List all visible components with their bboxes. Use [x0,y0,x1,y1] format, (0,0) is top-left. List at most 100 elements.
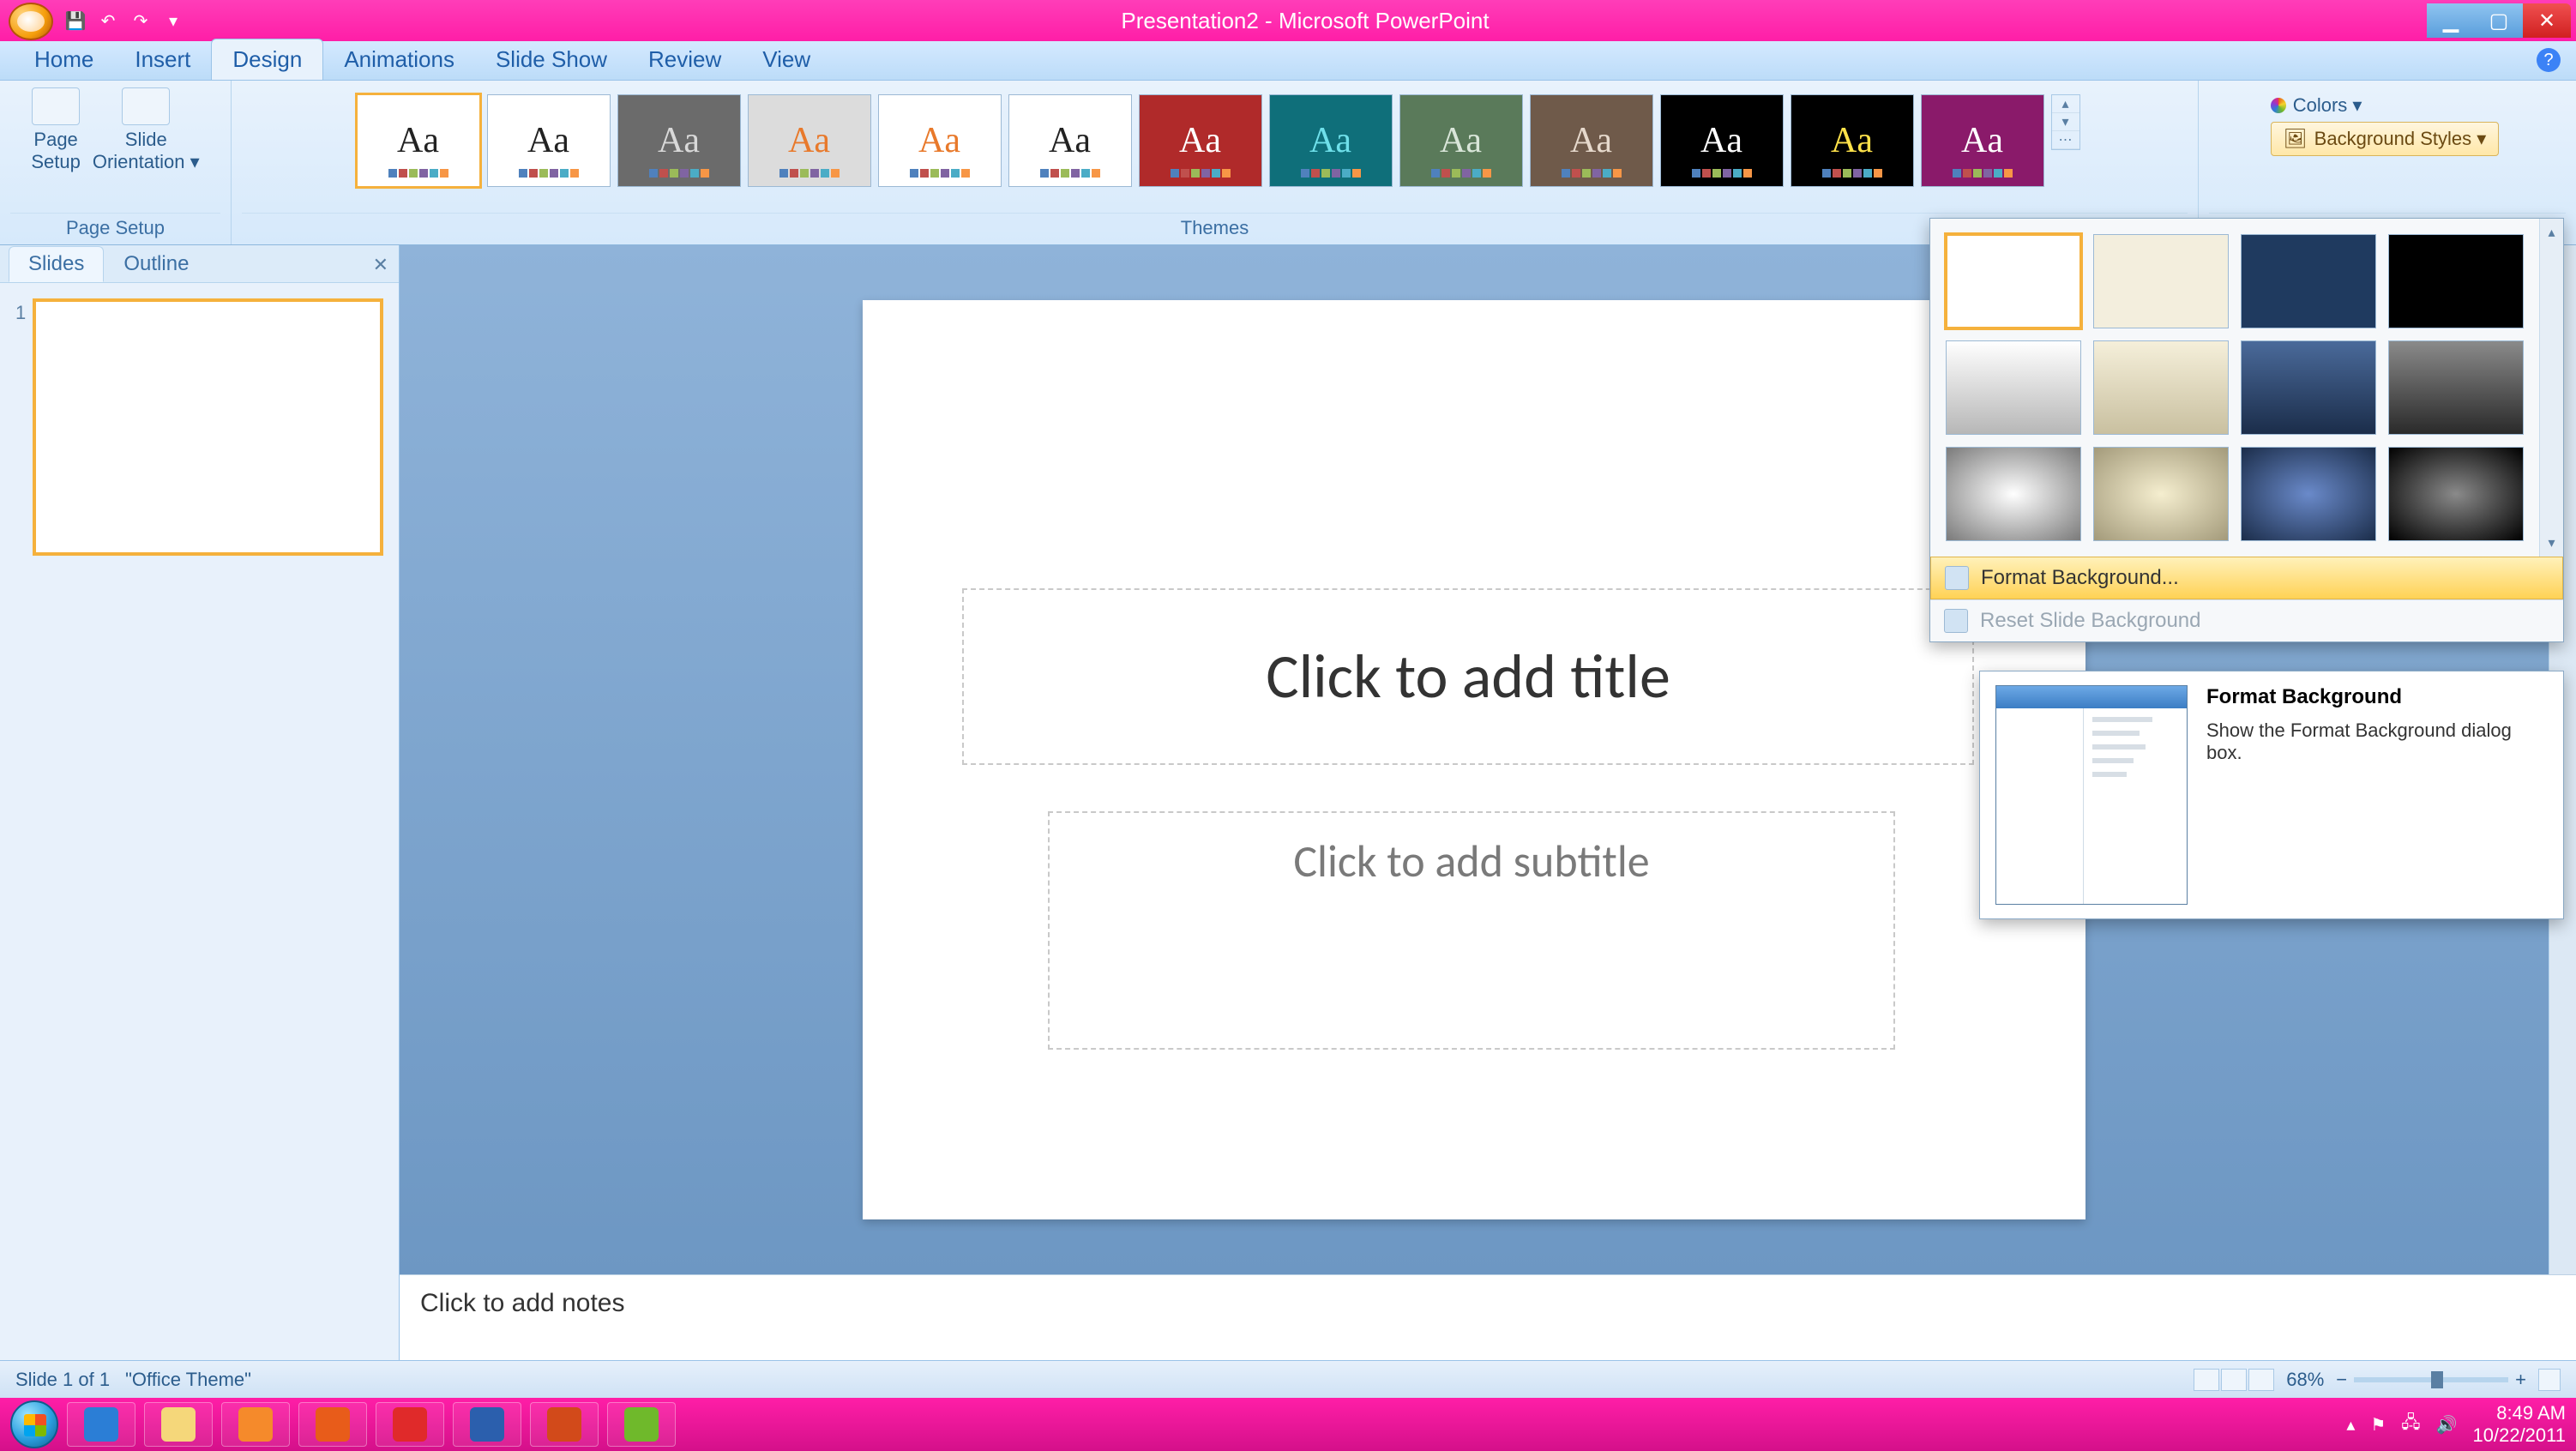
zoom-label: 68% [2286,1369,2324,1391]
tray-volume-icon[interactable]: 🔊 [2436,1414,2458,1436]
tab-review[interactable]: Review [628,39,742,80]
undo-icon[interactable]: ↶ [98,10,118,31]
bg-style-3[interactable] [2241,234,2376,328]
zoom-slider[interactable]: − + [2336,1369,2526,1391]
bg-style-7[interactable] [2241,340,2376,435]
skype-icon [393,1407,427,1442]
status-bar: Slide 1 of 1 "Office Theme" 68% − + [0,1360,2576,1398]
slideshow-view-button[interactable] [2248,1369,2274,1391]
theme-thumb-module[interactable]: Aa [1660,94,1784,187]
tab-view[interactable]: View [742,39,831,80]
start-button[interactable] [10,1400,58,1448]
redo-icon[interactable]: ↷ [130,10,151,31]
theme-thumb-metro[interactable]: Aa [1530,94,1653,187]
bg-style-11[interactable] [2241,447,2376,541]
taskbar-firefox[interactable] [298,1402,367,1447]
zoom-out-icon[interactable]: − [2336,1369,2347,1391]
minimize-button[interactable]: ▁ [2427,3,2475,38]
bg-style-1[interactable] [1946,234,2081,328]
theme-aa-icon: Aa [658,120,700,161]
qat-more-icon[interactable]: ▾ [163,10,184,31]
zoom-in-icon[interactable]: + [2515,1369,2526,1391]
theme-thumb-equity[interactable]: Aa [1008,94,1132,187]
tab-design[interactable]: Design [211,39,323,80]
tooltip-title: Format Background [2206,685,2548,709]
notes-pane[interactable]: Click to add notes [400,1274,2576,1360]
theme-thumb-concourse[interactable]: Aa [878,94,1002,187]
taskbar-powerpoint[interactable] [530,1402,599,1447]
tray-network-icon[interactable]: 🖧 [2401,1410,2420,1439]
sorter-view-button[interactable] [2221,1369,2247,1391]
theme-aa-icon: Aa [1961,120,2003,161]
bg-style-2[interactable] [2093,234,2229,328]
taskbar-apps [67,1402,676,1447]
taskbar-word[interactable] [453,1402,521,1447]
bg-style-12[interactable] [2388,447,2524,541]
taskbar-skype[interactable] [376,1402,444,1447]
reset-background-icon [1944,609,1968,633]
bg-style-10[interactable] [2093,447,2229,541]
tray-arrow-icon[interactable]: ▴ [2346,1414,2355,1436]
theme-aa-icon: Aa [918,120,960,161]
help-icon[interactable]: ? [2537,48,2561,72]
save-icon[interactable]: 💾 [65,10,86,31]
office-button[interactable] [9,3,53,40]
slide-thumbnail-1[interactable] [33,298,383,556]
theme-thumb-aspect[interactable]: Aa [617,94,741,187]
theme-thumb-civic[interactable]: Aa [748,94,871,187]
media-icon [238,1407,273,1442]
tray-flag-icon[interactable]: ⚑ [2370,1414,2386,1436]
bg-dropdown-scrollbar[interactable]: ▴▾ [2539,219,2563,557]
bg-style-5[interactable] [1946,340,2081,435]
taskbar-media[interactable] [221,1402,290,1447]
system-tray: ▴ ⚑ 🖧 🔊 8:49 AM 10/22/2011 [2346,1402,2566,1448]
thumb-number: 1 [15,298,26,324]
explorer-icon [161,1407,196,1442]
bg-style-8[interactable] [2388,340,2524,435]
theme-thumb-flow[interactable]: Aa [1139,94,1262,187]
outline-tab[interactable]: Outline [104,246,208,282]
slide[interactable]: Click to add title Click to add subtitle [863,300,2085,1219]
status-theme: "Office Theme" [125,1369,251,1391]
orientation-icon [122,87,170,125]
theme-thumb-office[interactable]: Aa [357,94,480,187]
slide-orientation-button[interactable]: Slide Orientation ▾ [93,87,200,173]
fit-to-window-button[interactable] [2538,1369,2561,1391]
tab-home[interactable]: Home [14,39,114,80]
tab-slideshow[interactable]: Slide Show [475,39,628,80]
theme-thumb-opulent[interactable]: Aa [1791,94,1914,187]
colors-button[interactable]: Colors ▾ [2271,94,2500,117]
themes-gallery: AaAaAaAaAaAaAaAaAaAaAaAaAa▴▾⋯ [350,87,2080,213]
theme-aa-icon: Aa [788,120,830,161]
bg-style-6[interactable] [2093,340,2229,435]
bg-style-9[interactable] [1946,447,2081,541]
slides-tab[interactable]: Slides [9,246,104,282]
view-buttons [2194,1369,2274,1391]
theme-thumb-foundry[interactable]: Aa [1269,94,1393,187]
maximize-button[interactable]: ▢ [2475,3,2523,38]
taskbar-ie[interactable] [67,1402,135,1447]
tooltip-body: Show the Format Background dialog box. [2206,719,2548,764]
window-controls: ▁ ▢ ✕ [2427,3,2571,38]
theme-thumb-median[interactable]: Aa [1399,94,1523,187]
page-setup-button[interactable]: Page Setup [31,87,81,173]
background-styles-button[interactable]: 🖼 Background Styles ▾ [2271,122,2500,156]
tab-insert[interactable]: Insert [114,39,211,80]
title-placeholder[interactable]: Click to add title [962,588,1974,765]
theme-aa-icon: Aa [1570,120,1612,161]
subtitle-placeholder[interactable]: Click to add subtitle [1048,811,1895,1050]
tab-animations[interactable]: Animations [323,39,475,80]
bg-style-4[interactable] [2388,234,2524,328]
taskbar-explorer[interactable] [144,1402,213,1447]
theme-aa-icon: Aa [1179,120,1221,161]
theme-thumb-oriel[interactable]: Aa [1921,94,2044,187]
format-background-menu-item[interactable]: Format Background... [1930,557,2563,599]
theme-aa-icon: Aa [1309,120,1351,161]
clock[interactable]: 8:49 AM 10/22/2011 [2473,1402,2566,1448]
theme-thumb-apex[interactable]: Aa [487,94,611,187]
panel-close-icon[interactable]: ✕ [373,254,388,276]
themes-more-button[interactable]: ▴▾⋯ [2051,94,2080,150]
taskbar-other[interactable] [607,1402,676,1447]
normal-view-button[interactable] [2194,1369,2219,1391]
close-button[interactable]: ✕ [2523,3,2571,38]
